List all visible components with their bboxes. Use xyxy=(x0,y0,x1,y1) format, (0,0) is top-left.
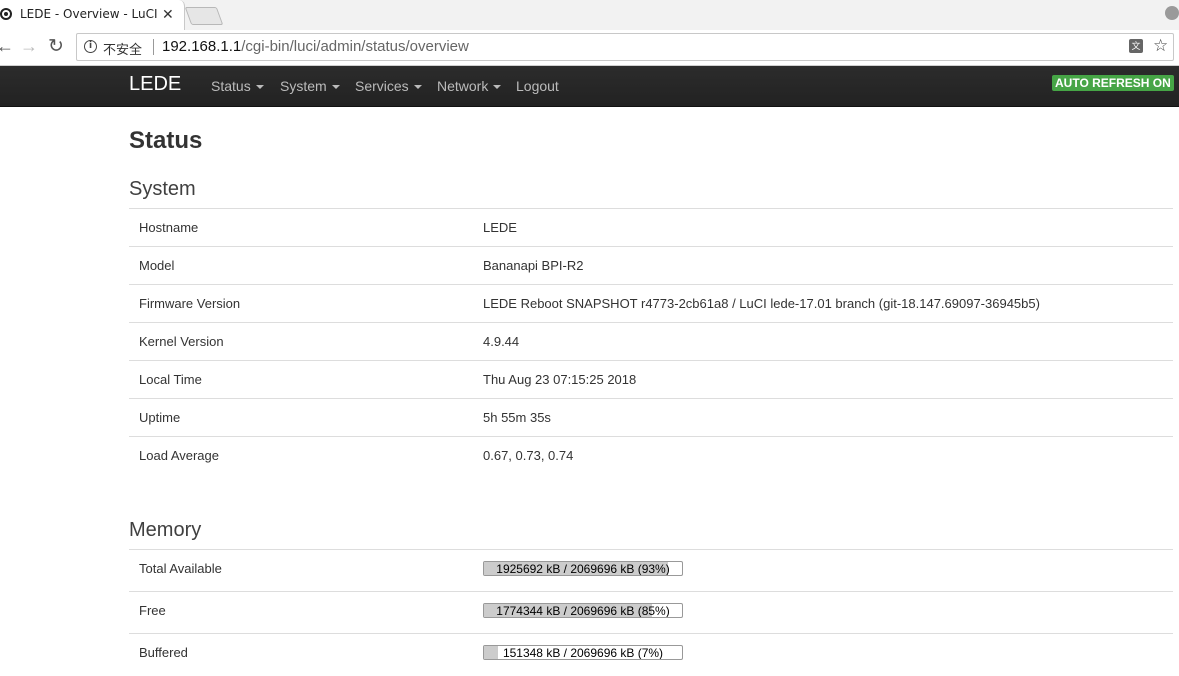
browser-tab[interactable]: LEDE - Overview - LuCI ✕ xyxy=(0,0,185,30)
security-label[interactable]: 不安全 xyxy=(103,39,142,58)
table-row: Local Time Thu Aug 23 07:15:25 2018 xyxy=(129,361,1173,399)
row-key: Firmware Version xyxy=(139,296,241,311)
row-key: Model xyxy=(139,258,175,273)
memory-progress-text: 1925692 kB / 2069696 kB (93%) xyxy=(496,562,670,576)
url-path: /cgi-bin/luci/admin/status/overview xyxy=(241,38,469,55)
system-section-title: System xyxy=(129,178,196,200)
memory-progress-bar: 1774344 kB / 2069696 kB (85%) xyxy=(483,603,683,618)
memory-progress-text: 151348 kB / 2069696 kB (7%) xyxy=(502,646,664,660)
memory-table: Total Available 1925692 kB / 2069696 kB … xyxy=(129,549,1173,675)
memory-section-title: Memory xyxy=(129,519,202,541)
menu-system-label: System xyxy=(280,78,327,94)
menu-logout-label: Logout xyxy=(516,78,559,94)
row-key: Uptime xyxy=(139,410,181,425)
row-value: Bananapi BPI-R2 xyxy=(483,258,584,273)
translate-icon[interactable]: 文 xyxy=(1129,39,1143,53)
page-title: Status xyxy=(129,127,203,154)
new-tab-button[interactable] xyxy=(184,7,224,25)
tab-title: LEDE - Overview - LuCI xyxy=(20,7,158,21)
chevron-down-icon xyxy=(493,85,502,90)
menu-logout[interactable]: Logout xyxy=(516,78,559,94)
table-row: Model Bananapi BPI-R2 xyxy=(129,247,1173,285)
table-row: Uptime 5h 55m 35s xyxy=(129,399,1173,437)
row-key: Hostname xyxy=(139,220,199,235)
address-divider xyxy=(153,39,154,55)
menu-system[interactable]: System xyxy=(280,78,340,94)
table-row: Free 1774344 kB / 2069696 kB (85%) xyxy=(129,592,1173,634)
table-row: Total Available 1925692 kB / 2069696 kB … xyxy=(129,550,1173,592)
chevron-down-icon xyxy=(255,85,264,90)
forward-arrow-icon[interactable]: → xyxy=(20,36,38,57)
menu-services-label: Services xyxy=(355,78,409,94)
table-row: Buffered 151348 kB / 2069696 kB (7%) xyxy=(129,634,1173,675)
menu-status[interactable]: Status xyxy=(211,78,264,94)
address-bar[interactable]: i 不安全 192.168.1.1/cgi-bin/luci/admin/sta… xyxy=(76,33,1174,61)
row-value: Thu Aug 23 07:15:25 2018 xyxy=(483,372,637,387)
browser-tab-strip: LEDE - Overview - LuCI ✕ xyxy=(0,0,1179,30)
row-value: LEDE Reboot SNAPSHOT r4773-2cb61a8 / LuC… xyxy=(483,296,1040,311)
row-key: Total Available xyxy=(139,561,222,576)
luci-navbar: LEDE Status System Services Network Logo… xyxy=(0,66,1179,107)
menu-status-label: Status xyxy=(211,78,251,94)
memory-progress-bar: 1925692 kB / 2069696 kB (93%) xyxy=(483,561,683,576)
menu-services[interactable]: Services xyxy=(355,78,422,94)
url-text[interactable]: 192.168.1.1/cgi-bin/luci/admin/status/ov… xyxy=(162,38,469,55)
chevron-down-icon xyxy=(413,85,422,90)
brand-logo[interactable]: LEDE xyxy=(129,73,181,96)
menu-network[interactable]: Network xyxy=(437,78,502,94)
row-value: LEDE xyxy=(483,220,517,235)
bookmark-star-icon[interactable]: ☆ xyxy=(1153,36,1168,56)
table-row: Firmware Version LEDE Reboot SNAPSHOT r4… xyxy=(129,285,1173,323)
table-row: Kernel Version 4.9.44 xyxy=(129,323,1173,361)
chevron-down-icon xyxy=(331,85,340,90)
row-key: Load Average xyxy=(139,448,219,463)
row-value: 0.67, 0.73, 0.74 xyxy=(483,448,574,463)
url-host: 192.168.1.1 xyxy=(162,38,242,55)
lede-favicon-icon xyxy=(0,8,12,20)
row-key: Free xyxy=(139,603,166,618)
row-value: 4.9.44 xyxy=(483,334,520,349)
table-row: Load Average 0.67, 0.73, 0.74 xyxy=(129,437,1173,474)
memory-progress-bar: 151348 kB / 2069696 kB (7%) xyxy=(483,645,683,660)
auto-refresh-toggle[interactable]: AUTO REFRESH ON xyxy=(1052,75,1174,91)
row-key: Local Time xyxy=(139,372,202,387)
row-key: Kernel Version xyxy=(139,334,224,349)
row-value: 5h 55m 35s xyxy=(483,410,551,425)
profile-icon[interactable] xyxy=(1165,6,1179,20)
table-row: Hostname LEDE xyxy=(129,209,1173,247)
menu-network-label: Network xyxy=(437,78,489,94)
memory-progress-text: 1774344 kB / 2069696 kB (85%) xyxy=(496,604,670,618)
row-key: Buffered xyxy=(139,645,188,660)
browser-toolbar: ← → ↻ i 不安全 192.168.1.1/cgi-bin/luci/adm… xyxy=(0,30,1179,66)
info-icon[interactable]: i xyxy=(84,40,97,53)
tab-close-icon[interactable]: ✕ xyxy=(162,6,174,23)
back-arrow-icon[interactable]: ← xyxy=(0,36,14,57)
system-table: Hostname LEDE Model Bananapi BPI-R2 Firm… xyxy=(129,208,1173,474)
reload-icon[interactable]: ↻ xyxy=(48,35,64,58)
